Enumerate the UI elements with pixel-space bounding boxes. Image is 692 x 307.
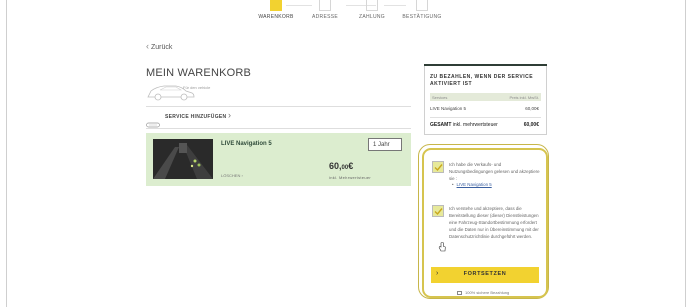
continue-label: FORTSETZEN [463, 271, 507, 277]
step-marker [319, 0, 331, 11]
price-main: 60, [329, 161, 342, 171]
step-label: BESTÄTIGUNG [402, 14, 442, 20]
terms-link-label: LIVE Navigation 5 [456, 182, 492, 187]
secure-payment-note: 100% sichere Bezahlung [457, 290, 509, 295]
price-note: inkl. Mehrwertsteuer [329, 175, 372, 180]
checkout-progress: WARENKORB ADRESSE ZAHLUNG BESTÄTIGUNG [0, 0, 692, 26]
summary-col-price: Preis inkl. MwSt. [509, 95, 539, 100]
divider [146, 106, 411, 107]
step-confirmation: BESTÄTIGUNG [400, 0, 444, 20]
location-consent-text: Ich verstehe und akzeptiere, dass die Be… [449, 206, 539, 239]
back-link[interactable]: ‹ Zurück [146, 41, 172, 51]
chevron-right-icon: › [228, 110, 231, 120]
lock-icon [457, 290, 462, 295]
terms-checkbox[interactable] [432, 161, 444, 173]
continue-button[interactable]: › FORTSETZEN [431, 267, 539, 283]
summary-header: Services Preis inkl. MwSt. [430, 93, 541, 101]
total-value: 60,00€ [523, 122, 539, 128]
chevron-left-icon: ‹ [146, 41, 149, 51]
page-frame-right [685, 0, 686, 307]
secure-label: 100% sichere Bezahlung [465, 290, 510, 295]
product-thumbnail [153, 139, 213, 179]
back-label: Zurück [151, 44, 173, 51]
step-marker [270, 0, 282, 11]
terms-link[interactable]: LIVE Navigation 5 [452, 182, 492, 187]
summary-row-name: LIVE Navigation 5 [430, 106, 467, 111]
total-sublabel: inkl. mehrwertsteuer [452, 122, 498, 128]
delete-label: LÖSCHEN [221, 173, 241, 178]
product-price: 60,00€ [329, 161, 353, 171]
vehicle-label: Für den vehicle [183, 85, 211, 90]
service-icon [146, 115, 160, 133]
add-service-label: SERVICE HINZUFÜGEN [165, 114, 227, 120]
terms-text: Ich habe die Verkaufs- und Nutzungsbedin… [449, 162, 540, 181]
cart-item: LIVE Navigation 5 1 Jahr 60,00€ inkl. Me… [146, 133, 411, 186]
checkmark-icon [434, 164, 443, 172]
step-payment: ZAHLUNG [355, 0, 389, 20]
add-service-button[interactable]: SERVICE HINZUFÜGEN › [146, 110, 266, 128]
terms-panel: Ich habe die Verkaufs- und Nutzungsbedin… [418, 144, 549, 299]
product-name: LIVE Navigation 5 [221, 141, 272, 147]
location-consent-checkbox[interactable] [432, 205, 444, 217]
delete-link[interactable]: LÖSCHEN › [221, 173, 243, 178]
step-address: ADRESSE [308, 0, 342, 20]
hand-cursor-icon [438, 239, 446, 257]
divider [430, 117, 541, 118]
step-label: ADRESSE [312, 14, 338, 20]
step-label: WARENKORB [258, 14, 294, 20]
step-marker [366, 0, 378, 11]
step-marker [416, 0, 428, 11]
step-label: ZAHLUNG [359, 14, 385, 20]
car-icon [146, 80, 196, 102]
summary-panel: ZU BEZAHLEN, WENN DER SERVICE AKTIVIERT … [424, 64, 547, 135]
page-title: MEIN WARENKORB [146, 67, 252, 79]
page-frame-left [6, 0, 7, 307]
summary-total: GESAMT inkl. mehrwertsteuer 60,00€ [430, 122, 541, 128]
step-cart: WARENKORB [257, 0, 295, 20]
duration-select[interactable]: 1 Jahr [368, 138, 402, 151]
summary-col-service: Services [432, 95, 448, 100]
summary-row-price: 60,00€ [525, 106, 539, 111]
divider [146, 128, 411, 129]
summary-title: ZU BEZAHLEN, WENN DER SERVICE AKTIVIERT … [430, 74, 534, 87]
checkmark-icon [434, 208, 443, 216]
price-currency: € [348, 161, 354, 171]
total-label: GESAMT [430, 122, 452, 128]
summary-row: LIVE Navigation 5 60,00€ [430, 106, 541, 111]
